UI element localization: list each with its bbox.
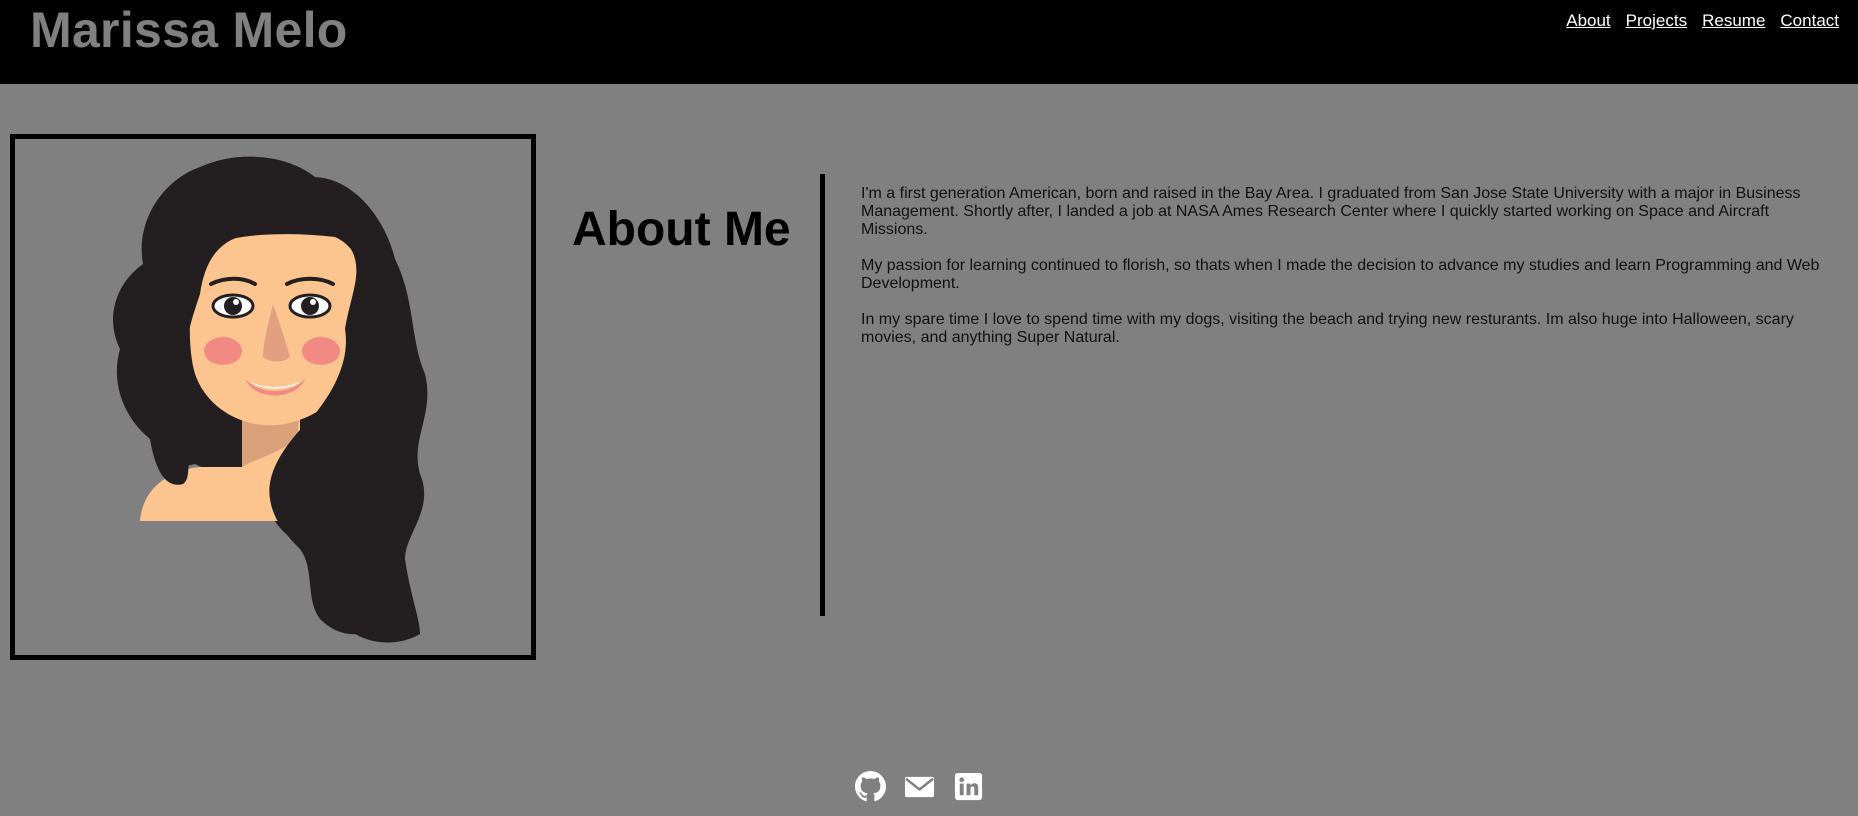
nav-link-projects[interactable]: Projects xyxy=(1626,10,1687,32)
social-links xyxy=(855,771,984,802)
portrait-frame xyxy=(10,134,536,660)
bio-paragraph: In my spare time I love to spend time wi… xyxy=(861,311,1794,346)
eye-glint-left xyxy=(233,299,239,305)
email-link[interactable] xyxy=(904,771,935,802)
eye-iris-left xyxy=(224,297,242,315)
main-nav: About Projects Resume Contact xyxy=(1566,10,1839,32)
about-bio: I'm a first generation American, born an… xyxy=(861,185,1831,365)
site-title: Marissa Melo xyxy=(30,2,348,58)
blush-right xyxy=(302,337,340,365)
linkedin-icon xyxy=(954,772,983,801)
linkedin-link[interactable] xyxy=(953,771,984,802)
shoulders xyxy=(140,467,255,521)
site-header: Marissa Melo About Projects Resume Conta… xyxy=(0,0,1858,84)
email-icon xyxy=(904,776,935,798)
bio-paragraph: I'm a first generation American, born an… xyxy=(861,185,1801,238)
avatar-illustration xyxy=(113,156,428,643)
nav-link-contact[interactable]: Contact xyxy=(1780,10,1839,32)
eye-iris-right xyxy=(301,297,319,315)
github-icon xyxy=(855,771,886,802)
github-link[interactable] xyxy=(855,771,886,802)
about-heading: About Me xyxy=(572,203,791,256)
nav-link-about[interactable]: About xyxy=(1566,10,1610,32)
eye-glint-right xyxy=(310,299,316,305)
bio-paragraph: My passion for learning continued to flo… xyxy=(861,257,1820,292)
vertical-divider xyxy=(820,174,825,616)
nav-link-resume[interactable]: Resume xyxy=(1702,10,1765,32)
blush-left xyxy=(204,337,242,365)
